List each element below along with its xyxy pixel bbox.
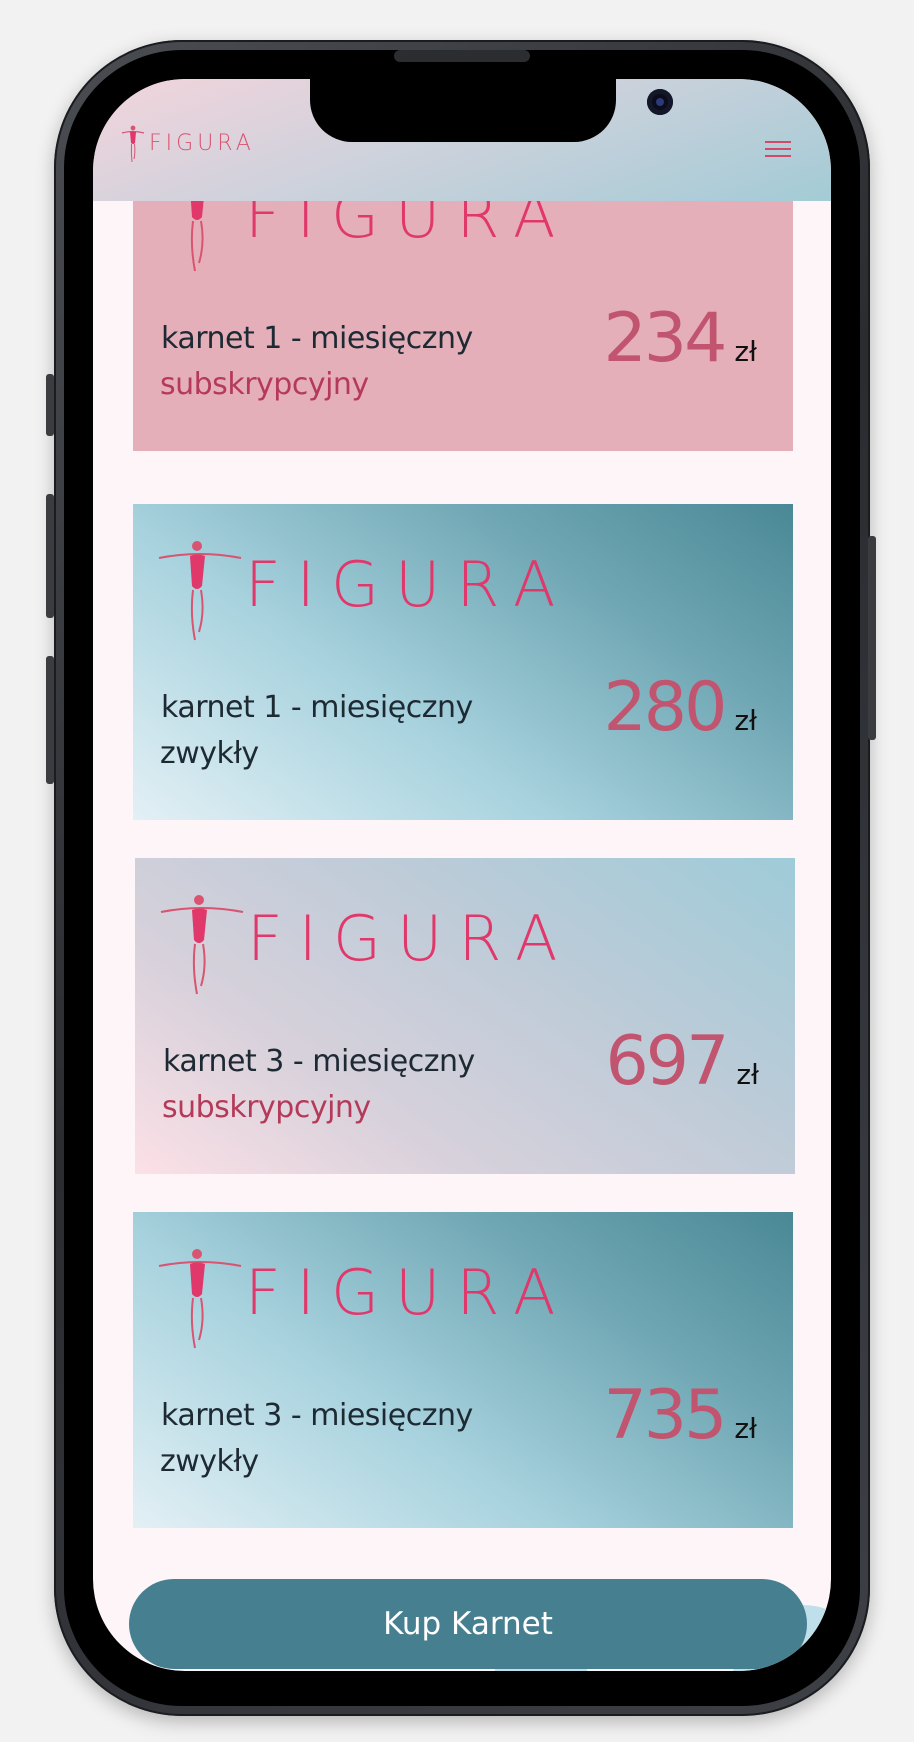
app-screen: FIGURA FIGURA karnet 1 - miesięczny subs…	[93, 79, 831, 1671]
price-amount: 280	[603, 668, 728, 747]
pass-price: 234 zł	[604, 299, 757, 378]
volume-down-button	[46, 656, 54, 784]
figure-logo-icon	[160, 895, 244, 995]
pass-title: karnet 1 - miesięczny	[161, 321, 473, 356]
card-brand-name: FIGURA	[247, 902, 574, 975]
header-logo[interactable]: FIGURA	[121, 123, 255, 163]
card-brand-name: FIGURA	[245, 548, 572, 621]
pass-price: 280 zł	[604, 668, 757, 747]
card-brand-name: FIGURA	[245, 1256, 572, 1329]
card-logo: FIGURA	[157, 534, 571, 644]
pass-type: zwykły	[160, 1444, 259, 1479]
buy-pass-button[interactable]: Kup Karnet	[129, 1579, 807, 1669]
volume-up-button	[46, 494, 54, 618]
pass-type: subskrypcyjny	[160, 367, 369, 402]
card-logo: FIGURA	[159, 888, 573, 998]
pass-type: subskrypcyjny	[162, 1090, 371, 1125]
price-amount: 735	[603, 1376, 728, 1455]
price-amount: 697	[605, 1022, 730, 1101]
price-currency: zł	[736, 1058, 759, 1091]
header-brand-name: FIGURA	[149, 130, 255, 156]
pass-type: zwykły	[160, 736, 259, 771]
pass-title: karnet 3 - miesięczny	[163, 1044, 475, 1079]
pass-card[interactable]: FIGURA karnet 3 - miesięczny zwykły 735 …	[133, 1212, 793, 1528]
camera-notch	[310, 79, 673, 142]
price-currency: zł	[734, 704, 757, 737]
earpiece-speaker	[394, 50, 530, 62]
mute-switch	[46, 374, 54, 436]
figure-logo-icon	[121, 125, 145, 163]
hamburger-menu-icon[interactable]	[765, 141, 791, 157]
figure-logo-icon	[158, 1249, 242, 1349]
pass-price: 697 zł	[606, 1022, 759, 1101]
pass-title: karnet 3 - miesięczny	[161, 1398, 473, 1433]
power-button	[868, 536, 876, 740]
front-camera	[647, 89, 673, 115]
pass-title: karnet 1 - miesięczny	[161, 690, 473, 725]
price-currency: zł	[734, 1412, 757, 1445]
pass-card[interactable]: FIGURA karnet 1 - miesięczny zwykły 280 …	[133, 504, 793, 820]
price-currency: zł	[734, 335, 757, 368]
figure-logo-icon	[158, 541, 242, 641]
pass-card[interactable]: FIGURA karnet 3 - miesięczny subskrypcyj…	[135, 858, 795, 1174]
card-logo: FIGURA	[157, 1242, 571, 1352]
pass-price: 735 zł	[604, 1376, 757, 1455]
price-amount: 234	[603, 299, 728, 378]
